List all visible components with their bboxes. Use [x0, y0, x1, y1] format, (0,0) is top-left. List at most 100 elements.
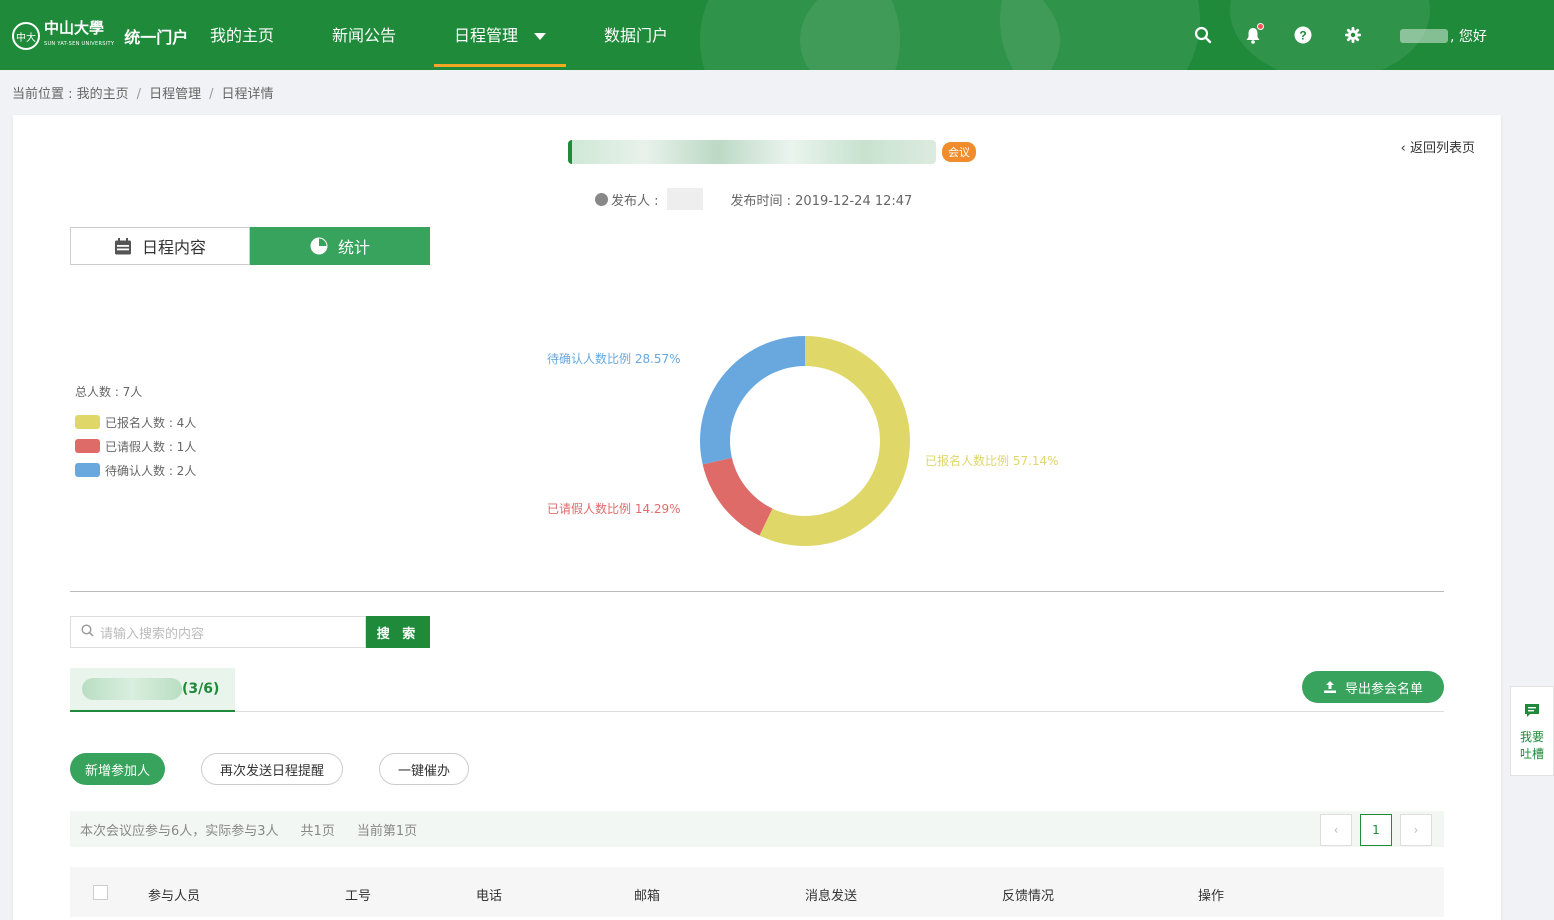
- breadcrumb-item-detail: 日程详情: [221, 87, 274, 102]
- search-icon: [81, 623, 94, 641]
- attendance-donut-chart: 已报名人数比例 57.14% 已请假人数比例 14.29% 待确认人数比例 28…: [513, 315, 1113, 575]
- help-icon[interactable]: ?: [1292, 24, 1314, 46]
- donut-slice-1: [702, 457, 773, 536]
- publisher-name-redacted: [666, 188, 703, 210]
- event-meta: 发布人 : 发布时间 : 2019-12-24 12:47: [595, 188, 912, 210]
- pagination: ‹ 1 ›: [1312, 814, 1432, 846]
- publisher-label: 发布人 :: [611, 193, 659, 209]
- upload-icon: [1323, 680, 1337, 694]
- header-decoration: [1000, 0, 1200, 70]
- column-header-feedback: 反馈情况: [1002, 889, 1055, 904]
- tab-label: 统计: [337, 238, 370, 257]
- legend-item-pending: 待确认人数 : 2人: [75, 458, 196, 482]
- summary-text: 本次会议应参与6人，实际参与3人: [80, 823, 279, 839]
- legend-label: 已请假人数 : 1人: [105, 439, 197, 454]
- chart-label-on-leave: 已请假人数比例 14.29%: [547, 502, 681, 516]
- svg-text:?: ?: [1299, 29, 1306, 43]
- notification-dot: [1257, 23, 1264, 30]
- tab-statistics[interactable]: 统计: [250, 227, 430, 265]
- university-subtitle: SUN YAT-SEN UNIVERSITY: [44, 41, 115, 47]
- back-link-label: 返回列表页: [1409, 141, 1475, 156]
- event-title-redacted: [568, 140, 936, 164]
- participation-summary: 本次会议应参与6人，实际参与3人 共1页 当前第1页 ‹ 1 ›: [70, 811, 1444, 847]
- section-divider: [70, 591, 1444, 592]
- next-page-button[interactable]: ›: [1400, 814, 1432, 846]
- participants-table-header: 参与人员 工号 电话 邮箱 消息发送 反馈情况 操作: [70, 867, 1444, 917]
- greeting-text: , 您好: [1450, 29, 1487, 45]
- pie-chart-icon: [310, 237, 328, 255]
- participant-group-tab[interactable]: (3/6): [70, 668, 235, 712]
- legend-swatch: [75, 415, 100, 429]
- nav-item-news[interactable]: 新闻公告: [312, 0, 416, 70]
- select-all-checkbox[interactable]: [93, 885, 108, 900]
- resend-reminder-button[interactable]: 再次发送日程提醒: [201, 753, 344, 785]
- breadcrumb-prefix: 当前位置 :: [12, 87, 77, 102]
- total-pages: 共1页: [300, 823, 335, 839]
- university-seal-icon: 中大: [12, 22, 40, 50]
- nav-label: 日程管理: [454, 26, 519, 45]
- breadcrumb: 当前位置 : 我的主页 / 日程管理 / 日程详情: [12, 83, 273, 102]
- bell-icon[interactable]: [1242, 23, 1264, 46]
- feedback-label: 我要: [1519, 730, 1544, 744]
- tab-underline: [235, 711, 1444, 712]
- group-name-redacted: [82, 678, 182, 700]
- portal-name: 统一门户: [124, 28, 189, 47]
- column-header-actions: 操作: [1198, 889, 1225, 904]
- user-name-redacted: [1400, 29, 1448, 43]
- publish-time: 发布时间 : 2019-12-24 12:47: [730, 193, 913, 209]
- event-type-badge: 会议: [942, 142, 976, 162]
- tab-schedule-content[interactable]: 日程内容: [70, 227, 250, 265]
- urge-all-button[interactable]: 一键催办: [379, 753, 470, 785]
- nav-label: 我的主页: [210, 26, 275, 45]
- prev-page-button[interactable]: ‹: [1320, 814, 1352, 846]
- breadcrumb-separator: /: [136, 87, 142, 102]
- comment-icon: [1524, 703, 1540, 723]
- edit-icon: [595, 192, 608, 206]
- nav-label: 数据门户: [604, 26, 669, 45]
- search-input[interactable]: 请输入搜索的内容: [70, 616, 366, 648]
- breadcrumb-item-home[interactable]: 我的主页: [77, 87, 129, 102]
- export-attendee-list-button[interactable]: 导出参会名单: [1302, 671, 1444, 703]
- export-label: 导出参会名单: [1344, 681, 1423, 697]
- donut-slice-2: [700, 336, 805, 465]
- nav-item-data-portal[interactable]: 数据门户: [584, 0, 688, 70]
- event-title-row: 会议: [568, 140, 976, 164]
- nav-item-home[interactable]: 我的主页: [190, 0, 294, 70]
- search-bar: 请输入搜索的内容 搜 索: [70, 616, 430, 648]
- column-header-phone: 电话: [476, 889, 503, 904]
- total-count: 总人数 : 7人: [75, 385, 143, 399]
- legend-item-registered: 已报名人数 : 4人: [75, 410, 196, 434]
- stats-legend: 总人数 : 7人 已报名人数 : 4人 已请假人数 : 1人 待确认人数 : 2…: [75, 383, 196, 482]
- back-to-list-link[interactable]: ‹ 返回列表页: [1401, 137, 1475, 156]
- detail-tabs: 日程内容 统计: [70, 227, 430, 265]
- legend-swatch: [75, 439, 100, 453]
- university-name-text: 中山大學: [44, 19, 105, 37]
- header-icons: ?: [1192, 23, 1392, 46]
- page-number-button[interactable]: 1: [1360, 814, 1392, 846]
- breadcrumb-item-schedule[interactable]: 日程管理: [149, 87, 201, 102]
- add-participant-button[interactable]: 新增参加人: [70, 753, 166, 785]
- feedback-widget[interactable]: 我要 吐槽: [1510, 686, 1554, 776]
- breadcrumb-separator: /: [209, 87, 214, 102]
- main-nav: 我的主页 新闻公告 日程管理 数据门户: [190, 0, 706, 70]
- gear-icon[interactable]: [1342, 24, 1364, 46]
- column-header-message-sent: 消息发送: [805, 889, 858, 904]
- column-header-email: 邮箱: [634, 889, 661, 904]
- column-header-staff-id: 工号: [345, 889, 372, 904]
- caret-down-icon: [534, 33, 547, 40]
- participant-actions: 新增参加人 再次发送日程提醒 一键催办: [70, 753, 470, 785]
- column-header-participant: 参与人员: [148, 889, 201, 904]
- user-greeting[interactable]: , 您好: [1400, 26, 1487, 46]
- search-button[interactable]: 搜 索: [366, 616, 430, 648]
- legend-swatch: [75, 463, 100, 477]
- university-logo[interactable]: 中大 中山大學 SUN YAT-SEN UNIVERSITY 统一门户: [12, 20, 188, 52]
- chart-label-registered: 已报名人数比例 57.14%: [925, 454, 1059, 468]
- university-name: 中山大學 SUN YAT-SEN UNIVERSITY: [44, 20, 114, 52]
- legend-label: 已报名人数 : 4人: [105, 415, 197, 430]
- nav-label: 新闻公告: [332, 26, 397, 45]
- search-icon[interactable]: [1192, 24, 1214, 46]
- group-count: (3/6): [182, 681, 220, 697]
- nav-item-schedule[interactable]: 日程管理: [434, 0, 567, 70]
- legend-item-on-leave: 已请假人数 : 1人: [75, 434, 196, 458]
- legend-label: 待确认人数 : 2人: [105, 463, 197, 478]
